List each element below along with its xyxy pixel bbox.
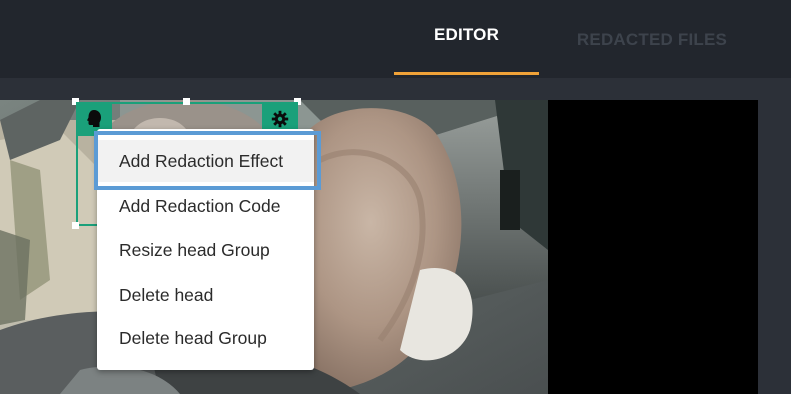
menu-item-add-redaction-effect[interactable]: Add Redaction Effect [97, 140, 314, 182]
active-tab-indicator [394, 72, 539, 75]
resize-handle-bottom-left[interactable] [72, 222, 79, 229]
context-menu: Add Redaction Effect Add Redaction Code … [97, 129, 314, 370]
menu-item-delete-head[interactable]: Delete head [97, 274, 314, 316]
menu-item-add-redaction-code[interactable]: Add Redaction Code [97, 185, 314, 227]
resize-handle-top-center[interactable] [183, 98, 190, 105]
menu-item-delete-head-group[interactable]: Delete head Group [97, 317, 314, 359]
menu-item-resize-head-group[interactable]: Resize head Group [97, 229, 314, 271]
tab-redacted-files[interactable]: REDACTED FILES [556, 0, 748, 75]
top-nav-bar: EDITOR REDACTED FILES [0, 0, 791, 78]
tab-editor[interactable]: EDITOR [394, 0, 539, 75]
